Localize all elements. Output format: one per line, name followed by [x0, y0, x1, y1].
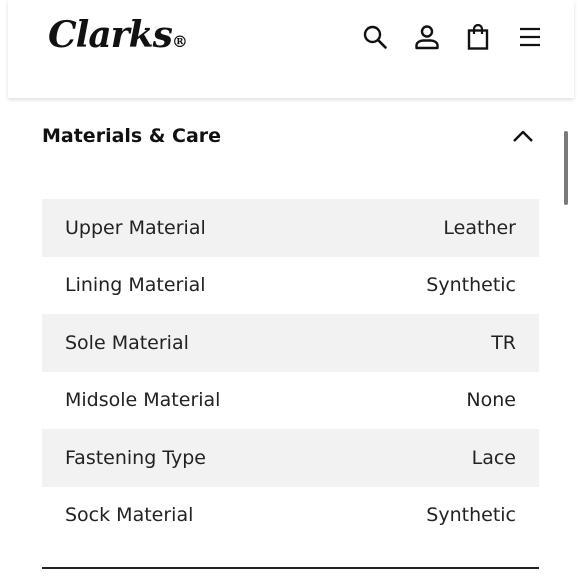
section-title: Materials & Care [42, 125, 222, 147]
table-row: Sock Material Synthetic [42, 487, 539, 545]
account-icon [415, 25, 439, 50]
row-value: Leather [443, 216, 516, 239]
table-row: Midsole Material None [42, 372, 539, 430]
row-label: Sock Material [65, 504, 194, 527]
row-value: Lace [471, 446, 516, 469]
site-header: Clarks® [8, 0, 574, 98]
table-row: Fastening Type Lace [42, 429, 539, 487]
materials-care-accordion-toggle[interactable]: Materials & Care [42, 112, 542, 160]
shopping-bag-icon [467, 23, 489, 50]
menu-icon [520, 27, 540, 47]
table-row: Upper Material Leather [42, 199, 539, 257]
account-button[interactable] [408, 18, 446, 56]
table-row: Sole Material TR [42, 314, 539, 372]
row-value: TR [491, 331, 516, 354]
row-label: Lining Material [65, 274, 206, 297]
menu-button[interactable] [511, 18, 549, 56]
row-value: Synthetic [426, 274, 516, 297]
section-divider [42, 567, 539, 569]
clarks-logo[interactable]: Clarks® [48, 10, 188, 60]
shopping-bag-button[interactable] [459, 18, 497, 56]
search-icon [363, 25, 387, 49]
materials-table: Upper Material Leather Lining Material S… [42, 199, 539, 544]
scrollbar-thumb[interactable] [564, 131, 568, 205]
row-label: Midsole Material [65, 389, 221, 412]
row-value: None [466, 389, 516, 412]
logo-text: Clarks [48, 14, 173, 56]
row-value: Synthetic [426, 504, 516, 527]
row-label: Sole Material [65, 331, 189, 354]
row-label: Fastening Type [65, 446, 206, 469]
logo-registered-mark: ® [171, 32, 188, 51]
table-row: Lining Material Synthetic [42, 257, 539, 315]
row-label: Upper Material [65, 216, 206, 239]
chevron-up-icon [510, 123, 536, 149]
search-button[interactable] [356, 18, 394, 56]
